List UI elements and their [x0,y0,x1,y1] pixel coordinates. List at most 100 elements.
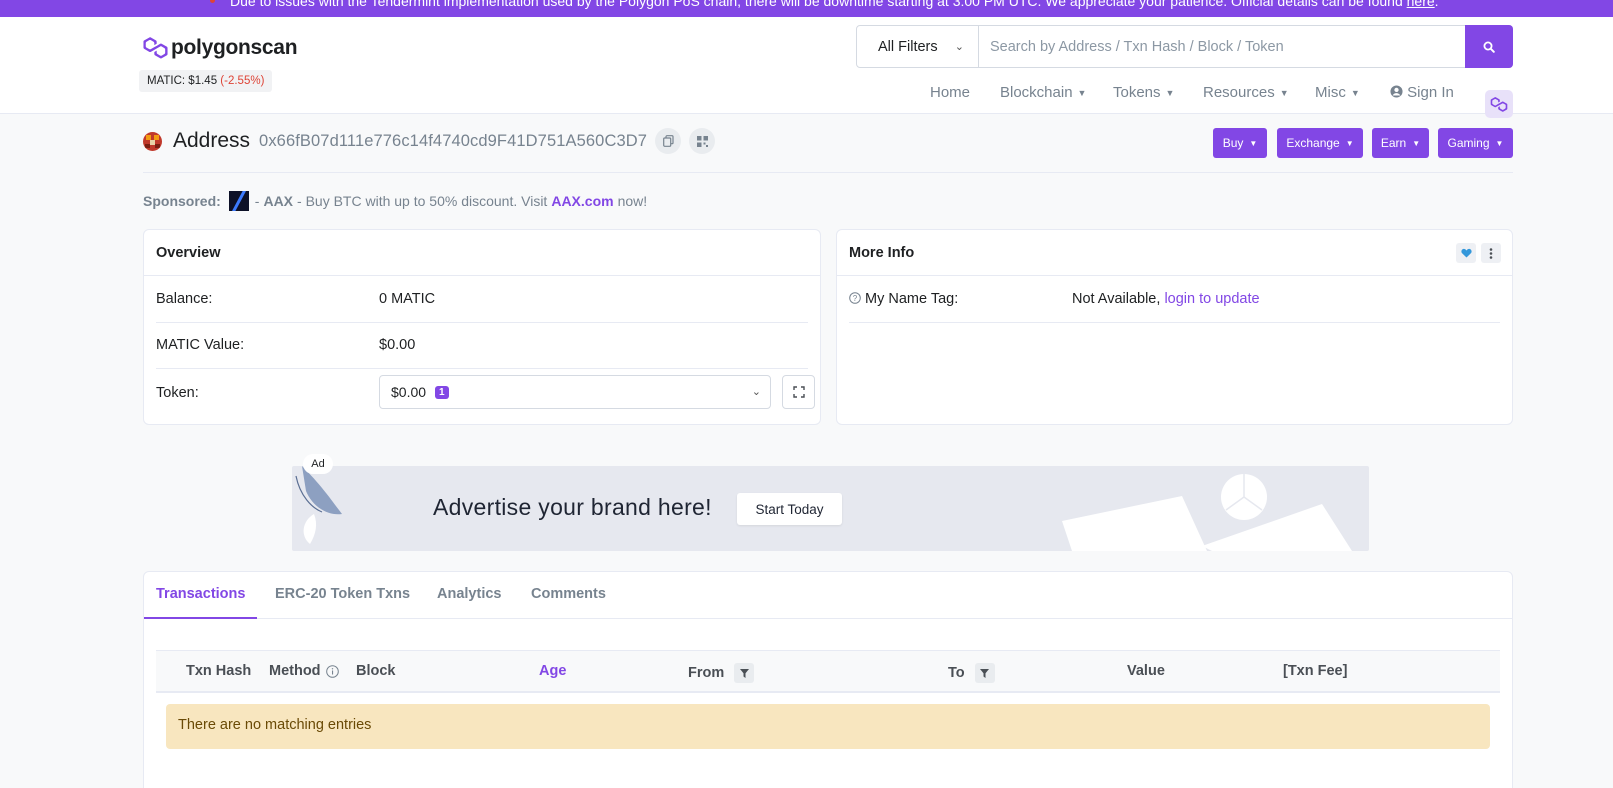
ad-cta-button[interactable]: Start Today [737,493,842,525]
token-expand-button[interactable] [782,375,815,409]
expand-icon [792,386,805,398]
qr-code-button[interactable] [689,128,716,154]
earn-button[interactable]: Earn ▼ [1372,128,1429,158]
ad-label: Ad [303,454,333,474]
site-header: polygonscan MATIC: $1.45 (-2.55%) All Fi… [0,17,1613,118]
chevron-down-icon: ▼ [1279,88,1289,98]
col-to: To [948,663,995,683]
search-icon [1483,41,1495,53]
to-filter-button[interactable] [974,663,995,683]
col-method: Method [269,663,339,679]
more-options-button[interactable] [1481,243,1501,263]
info-icon [325,664,339,678]
more-info-title: More Info [837,230,1512,276]
transactions-card: Transactions ERC-20 Token Txns Analytics… [143,571,1513,788]
table-header: Txn Hash Method Block Age From To Value … [156,650,1500,693]
filter-select[interactable]: All Filters ⌄ [857,26,979,67]
address-blockie-icon [143,131,162,151]
sponsor-name: AAX [263,193,294,209]
matic-value: $0.00 [379,337,416,353]
filter-icon [980,668,990,678]
tab-analytics[interactable]: Analytics [437,572,501,619]
leaf-decoration-icon [295,466,342,544]
aax-logo-icon [228,191,249,211]
chevron-down-icon: ▼ [1165,88,1175,98]
exchange-button[interactable]: Exchange ▼ [1277,128,1363,158]
nav-home[interactable]: Home [930,80,970,106]
name-tag-row: ? My Name Tag: Not Available, login to u… [849,277,1500,323]
login-link[interactable]: login to update [1164,291,1259,307]
col-txn-hash: Txn Hash [186,663,252,679]
search-button[interactable] [1465,25,1513,68]
network-switch-button[interactable] [1485,90,1513,118]
token-holdings-dropdown[interactable]: $0.00 1 ⌄ [379,375,771,409]
qr-code-icon [696,135,708,147]
logo[interactable]: polygonscan [143,35,298,61]
alert-dot-icon [210,0,215,3]
user-circle-icon [1390,85,1403,98]
price-change: (-2.55%) [220,75,265,87]
sponsor-text: - Buy BTC with up to 50% discount. Visit [297,193,548,209]
svg-text:?: ? [853,294,858,303]
chevron-down-icon: ▼ [1249,138,1258,148]
address-hash: 0x66fB07d111e776c14f4740cd9F41D751A560C3… [259,131,648,150]
name-tag-value: Not Available, [1072,291,1161,307]
tab-bar: Transactions ERC-20 Token Txns Analytics… [144,572,1512,619]
divider [143,172,1513,173]
from-filter-button[interactable] [734,663,755,683]
nav-blockchain[interactable]: Blockchain ▼ [1000,80,1086,107]
empty-state-message: There are no matching entries [166,704,1490,749]
tab-transactions[interactable]: Transactions [144,572,258,619]
address-header: Address 0x66fB07d111e776c14f4740cd9F41D7… [143,126,716,156]
overview-card: Overview Balance: 0 MATIC MATIC Value: $… [143,229,821,425]
overview-title: Overview [144,230,820,276]
matic-value-row: MATIC Value: $0.00 [156,323,808,369]
help-circle-icon: ? [849,292,861,304]
chart-decoration-icon [1062,474,1352,551]
sign-in-link[interactable]: Sign In [1390,80,1454,106]
token-row: Token: $0.00 1 ⌄ [156,369,815,415]
chevron-down-icon: ▼ [1345,138,1354,148]
search-bar: All Filters ⌄ [856,25,1513,68]
buy-button[interactable]: Buy ▼ [1213,128,1267,158]
sponsored-banner: Sponsored: - AAX - Buy BTC with up to 50… [143,191,647,211]
col-value: Value [1127,663,1165,679]
favorite-button[interactable] [1456,243,1476,263]
chevron-down-icon: ⌄ [954,41,964,53]
polygon-icon [1490,96,1508,112]
token-label: Token: [156,385,199,401]
col-age[interactable]: Age [539,663,566,679]
balance-value: 0 MATIC [379,291,436,307]
more-info-card: More Info ? My Name Tag: Not Available, … [836,229,1513,425]
matic-value-label: MATIC Value: [156,337,245,353]
name-tag-label: My Name Tag: [865,291,959,307]
nav-resources[interactable]: Resources ▼ [1203,80,1289,107]
tab-comments[interactable]: Comments [531,572,606,619]
chevron-down-icon: ▼ [1495,138,1504,148]
col-txn-fee[interactable]: [Txn Fee] [1283,663,1347,679]
copy-button[interactable] [655,128,682,154]
balance-row: Balance: 0 MATIC [156,277,808,323]
polygon-logo-icon [143,37,168,59]
sponsor-link[interactable]: AAX.com [551,193,613,209]
chevron-down-icon: ▼ [1412,138,1421,148]
nav-tokens[interactable]: Tokens ▼ [1113,80,1174,107]
search-input[interactable] [979,26,1465,67]
ad-banner[interactable]: Advertise your brand here! Start Today [292,466,1369,551]
tab-erc20-token-txns[interactable]: ERC-20 Token Txns [275,572,410,619]
logo-text: polygonscan [171,36,298,59]
more-vertical-icon [1489,247,1493,259]
copy-icon [662,135,674,147]
chevron-down-icon: ⌄ [751,386,761,398]
notice-banner: Due to issues with the Tendermint implem… [0,0,1613,17]
page-title: Address [173,129,251,152]
sponsored-label: Sponsored: [143,193,221,209]
heart-icon [1460,248,1472,258]
token-count-badge: 1 [435,385,449,399]
gaming-button[interactable]: Gaming ▼ [1438,128,1513,158]
notice-text: Due to issues with the Tendermint implem… [230,0,1403,9]
notice-link[interactable]: here [1407,0,1435,9]
nav-misc[interactable]: Misc ▼ [1315,80,1360,107]
chevron-down-icon: ▼ [1077,88,1087,98]
chevron-down-icon: ▼ [1350,88,1360,98]
